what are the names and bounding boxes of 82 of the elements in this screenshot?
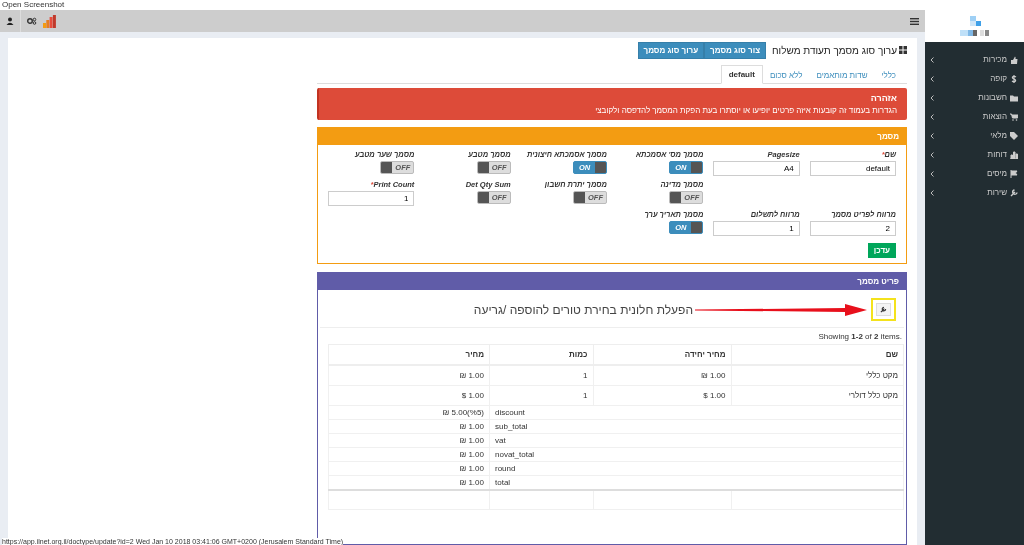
table-cell: $ 1.00 <box>328 385 490 406</box>
table-cell: 1 <box>489 365 593 386</box>
column-header: שם <box>731 344 904 365</box>
sidebar-item[interactable]: הוצאות <box>925 107 1024 126</box>
sidebar-item[interactable]: שירות <box>925 183 1024 202</box>
thumbs-up-icon <box>1010 55 1018 64</box>
user-icon[interactable] <box>6 17 14 25</box>
folder-icon <box>1010 93 1018 102</box>
action-button[interactable]: צור סוג מסמך <box>704 41 766 59</box>
column-header: מחיר <box>328 344 490 365</box>
column-settings-button[interactable] <box>876 303 891 316</box>
table-cell: 1 <box>489 385 593 406</box>
annotation-text: הפעלת חלונית בחירת טורים להוספה /גריעה <box>473 302 693 317</box>
chevron-icon <box>930 132 934 139</box>
input-field[interactable]: default <box>809 161 896 176</box>
table-cell: ₪ 5.00(%5) <box>328 405 490 420</box>
input-field[interactable]: 1 <box>713 221 800 236</box>
column-header: כמות <box>489 344 593 365</box>
input-field[interactable]: A4 <box>713 161 800 176</box>
table-cell: ₪ 1.00 <box>328 447 490 462</box>
action-button[interactable]: ערוך סוג מסמך <box>637 41 705 59</box>
dollar-icon <box>1010 74 1018 83</box>
sidebar-label: קופה <box>990 74 1007 83</box>
table-cell: total <box>489 475 904 490</box>
sidebar-label: מכירות <box>983 55 1007 64</box>
table-cell: sub_total <box>489 419 904 434</box>
flag-icon <box>1010 169 1018 178</box>
table-cell: ₪ 1.00 <box>328 365 490 386</box>
sidebar-item[interactable]: קופה <box>925 69 1024 88</box>
table-cell: ₪ 1.00 <box>328 419 490 434</box>
wrench-icon <box>1010 188 1018 197</box>
sidebar-item[interactable]: מלאי <box>925 126 1024 145</box>
sidebar-label: שירות <box>987 188 1007 197</box>
sidebar-label: הוצאות <box>982 112 1007 121</box>
sidebar-item[interactable]: דוחות <box>925 145 1024 164</box>
chevron-icon <box>930 75 934 82</box>
chevron-icon <box>930 170 934 177</box>
tag-icon <box>1010 131 1018 140</box>
chevron-icon <box>930 56 934 63</box>
table-cell: round <box>489 461 904 476</box>
column-header: מחיר יחידה <box>593 344 731 365</box>
sidebar-label: מיסים <box>987 169 1007 178</box>
table-cell: $ 1.00 <box>593 385 731 406</box>
page-title: ערוך סוג מסמך תעודת משלוח <box>772 44 897 56</box>
tab[interactable]: ללא סכום <box>762 67 810 84</box>
input-field[interactable]: 2 <box>809 221 896 236</box>
sidebar-label: דוחות <box>987 150 1007 159</box>
table-cell: מקט כלל דולרי <box>731 385 904 406</box>
sidebar-label: מלאי <box>990 131 1007 140</box>
table-cell: vat <box>489 433 904 448</box>
chevron-icon <box>930 189 934 196</box>
alert-message: הגדרות בעמוד זה קובעות איזה פרטים יופיעו או יוסתרו בעת הפקת המסמך להדפסה ולקובצי <box>594 106 897 115</box>
table-cell: ₪ 1.00 <box>328 461 490 476</box>
table-cell: ₪ 1.00 <box>328 433 490 448</box>
sidebar-item[interactable]: חשבונות <box>925 88 1024 107</box>
sidebar-item[interactable]: מיסים <box>925 164 1024 183</box>
grid-icon <box>899 46 907 54</box>
settings-icon[interactable] <box>27 17 37 25</box>
table-cell: discount <box>489 405 904 420</box>
alert-title: אזהרה <box>869 93 897 103</box>
summary-text: Showing 1-2 of 2 items. <box>817 331 903 343</box>
wrench-icon <box>880 306 887 313</box>
panel-title: פריט מסמך <box>857 277 899 286</box>
sidebar-label: חשבונות <box>978 93 1007 102</box>
bar-chart-icon <box>1010 150 1018 159</box>
menu-icon[interactable] <box>910 17 919 25</box>
input-field[interactable]: 1 <box>328 191 415 206</box>
screenshot-title: Open Screenshot <box>1 0 65 10</box>
logo-icon <box>957 14 992 38</box>
cart-icon <box>1010 112 1018 121</box>
chevron-icon <box>930 151 934 158</box>
bar-chart-icon[interactable] <box>43 14 56 28</box>
tab[interactable]: default <box>720 65 763 84</box>
tab[interactable]: שדות מותאמים <box>809 67 875 84</box>
table-cell: מקט כללי <box>731 365 904 386</box>
panel-title: מסמך <box>877 132 899 141</box>
table-cell: ₪ 1.00 <box>593 365 731 386</box>
sidebar-item[interactable]: מכירות <box>925 50 1024 69</box>
chevron-icon <box>930 94 934 101</box>
tab[interactable]: כללי <box>874 67 903 84</box>
table-cell: novat_total <box>489 447 904 462</box>
chevron-icon <box>930 113 934 120</box>
